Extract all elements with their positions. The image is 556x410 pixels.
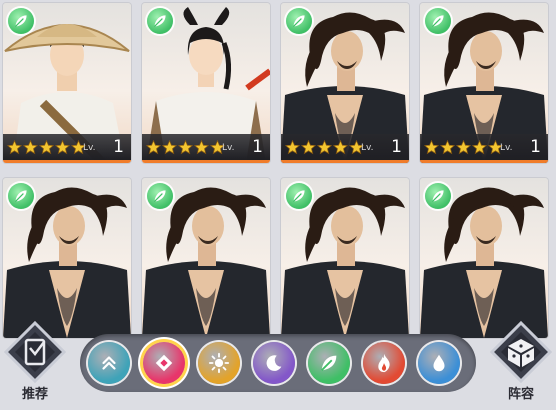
element-badge: [286, 183, 312, 209]
star-icon: [301, 140, 316, 155]
formation-icon: [489, 320, 553, 384]
character-card[interactable]: [142, 178, 270, 338]
level-value: 1: [530, 137, 541, 157]
wind-leaf-icon: [431, 190, 444, 203]
filter-leaf-button[interactable]: [308, 342, 350, 384]
star-icon: [55, 140, 70, 155]
element-badge: [425, 183, 451, 209]
filter-water-button[interactable]: [418, 342, 460, 384]
character-card[interactable]: [3, 178, 131, 338]
star-icon: [39, 140, 54, 155]
star-icon: [424, 140, 439, 155]
recommend-button[interactable]: 推荐: [2, 320, 68, 408]
leaf-icon: [321, 355, 337, 371]
wind-leaf-icon: [153, 15, 166, 28]
element-filter-bar: [80, 334, 476, 392]
wind-leaf-icon: [14, 190, 27, 203]
filter-sun-button[interactable]: [198, 342, 240, 384]
character-card[interactable]: [281, 178, 409, 338]
recommend-label: 推荐: [21, 387, 48, 402]
formation-label: 阵容: [507, 387, 534, 402]
wind-leaf-icon: [14, 15, 27, 28]
wind-leaf-icon: [292, 190, 305, 203]
all-elements-icon: [155, 354, 173, 372]
bottom-bar: 推荐 阵容: [0, 318, 556, 410]
filter-fire-button[interactable]: [363, 342, 405, 384]
star-icon: [23, 140, 38, 155]
character-card[interactable]: [420, 178, 548, 338]
level-label: Lv.: [83, 143, 96, 153]
star-icon: [285, 140, 300, 155]
wind-leaf-icon: [292, 15, 305, 28]
formation-button[interactable]: 阵容: [488, 320, 554, 408]
star-icon: [440, 140, 455, 155]
level-value: 1: [391, 137, 402, 157]
star-icon: [333, 140, 348, 155]
filter-all-elements-button[interactable]: [143, 342, 185, 384]
filter-rank-up-button[interactable]: [88, 342, 130, 384]
wind-leaf-icon: [431, 15, 444, 28]
character-card[interactable]: Lv. 1: [281, 3, 409, 163]
recommend-icon: [3, 320, 67, 384]
card-info-bar: Lv. 1: [3, 134, 131, 163]
level-value: 1: [113, 137, 124, 157]
card-info-bar: Lv. 1: [281, 134, 409, 163]
element-badge: [286, 8, 312, 34]
star-rating: [146, 140, 225, 155]
star-icon: [317, 140, 332, 155]
star-icon: [7, 140, 22, 155]
water-icon: [433, 354, 445, 372]
star-rating: [7, 140, 86, 155]
fire-icon: [378, 353, 390, 373]
star-icon: [456, 140, 471, 155]
star-icon: [162, 140, 177, 155]
element-badge: [147, 183, 173, 209]
character-card[interactable]: Lv. 1: [3, 3, 131, 163]
star-icon: [146, 140, 161, 155]
element-badge: [147, 8, 173, 34]
element-badge: [8, 8, 34, 34]
filter-moon-button[interactable]: [253, 342, 295, 384]
star-rating: [424, 140, 503, 155]
card-info-bar: Lv. 1: [420, 134, 548, 163]
character-grid: Lv. 1 Lv. 1 Lv. 1 Lv. 1: [0, 0, 556, 338]
moon-icon: [266, 355, 282, 371]
wind-leaf-icon: [153, 190, 166, 203]
element-badge: [425, 8, 451, 34]
star-rating: [285, 140, 364, 155]
character-card[interactable]: Lv. 1: [420, 3, 548, 163]
level-label: Lv.: [500, 143, 513, 153]
star-icon: [194, 140, 209, 155]
card-info-bar: Lv. 1: [142, 134, 270, 163]
character-card[interactable]: Lv. 1: [142, 3, 270, 163]
level-label: Lv.: [222, 143, 235, 153]
element-badge: [8, 183, 34, 209]
level-value: 1: [252, 137, 263, 157]
star-icon: [178, 140, 193, 155]
level-label: Lv.: [361, 143, 374, 153]
rank-up-icon: [102, 356, 116, 370]
sun-icon: [208, 352, 230, 374]
star-icon: [472, 140, 487, 155]
